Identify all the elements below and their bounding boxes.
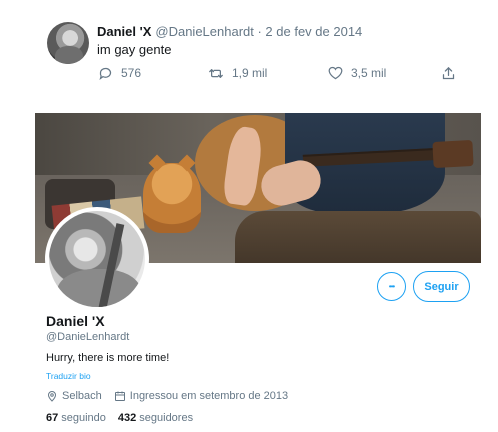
tweet-text: im gay gente bbox=[97, 42, 172, 57]
translate-bio-link[interactable]: Traduzir bio bbox=[46, 371, 91, 381]
like-button[interactable]: 3,5 mil bbox=[327, 64, 386, 82]
like-count: 3,5 mil bbox=[351, 66, 387, 80]
calendar-icon bbox=[114, 390, 126, 402]
following-link[interactable]: 67 seguindo bbox=[46, 412, 106, 424]
share-icon bbox=[440, 65, 456, 81]
retweet-icon bbox=[208, 65, 224, 81]
followers-link[interactable]: 432 seguidores bbox=[118, 412, 193, 424]
retweet-count: 1,9 mil bbox=[232, 66, 268, 80]
tweet-avatar[interactable] bbox=[47, 22, 89, 64]
tweet-header: Daniel 'X @DanieLenhardt · 2 de fev de 20… bbox=[97, 24, 362, 39]
profile-handle: @DanieLenhardt bbox=[46, 331, 130, 343]
followers-count: 432 bbox=[117, 412, 137, 424]
location-text: Selbach bbox=[62, 390, 102, 402]
profile-card: ••• Seguir Daniel 'X @DanieLenhardt Hurr… bbox=[35, 113, 481, 432]
tweet-meta: @DanieLenhardt · 2 de fev de 2014 bbox=[155, 24, 363, 39]
following-count: 67 bbox=[46, 412, 59, 424]
share-button[interactable] bbox=[440, 64, 456, 82]
profile-location: Selbach bbox=[46, 390, 102, 402]
joined-text: Ingressou em setembro de 2013 bbox=[129, 390, 289, 402]
reply-count: 576 bbox=[121, 66, 142, 80]
profile-name: Daniel 'X bbox=[46, 313, 105, 329]
follow-button[interactable]: Seguir bbox=[413, 271, 470, 302]
tweet-actions: 576 1,9 mil 3,5 mil bbox=[97, 64, 457, 82]
followers-label: seguidores bbox=[139, 412, 194, 424]
profile-bio: Hurry, there is more time! bbox=[46, 352, 170, 364]
reply-button[interactable]: 576 bbox=[97, 64, 141, 82]
reply-icon bbox=[97, 65, 113, 81]
retweet-button[interactable]: 1,9 mil bbox=[208, 64, 267, 82]
following-label: seguindo bbox=[61, 412, 106, 424]
profile-stats: 67 seguindo 432 seguidores bbox=[46, 412, 205, 424]
more-options-icon: ••• bbox=[388, 282, 395, 291]
location-pin-icon bbox=[46, 390, 58, 402]
profile-joined: Ingressou em setembro de 2013 bbox=[114, 390, 288, 402]
more-options-button[interactable]: ••• bbox=[377, 272, 406, 301]
tweet-author-name[interactable]: Daniel 'X bbox=[97, 24, 151, 39]
tweet[interactable]: Daniel 'X @DanieLenhardt · 2 de fev de 20… bbox=[0, 0, 498, 100]
profile-meta: Selbach Ingressou em setembro de 2013 bbox=[46, 390, 300, 402]
heart-icon bbox=[327, 65, 343, 81]
profile-avatar[interactable] bbox=[45, 207, 149, 311]
